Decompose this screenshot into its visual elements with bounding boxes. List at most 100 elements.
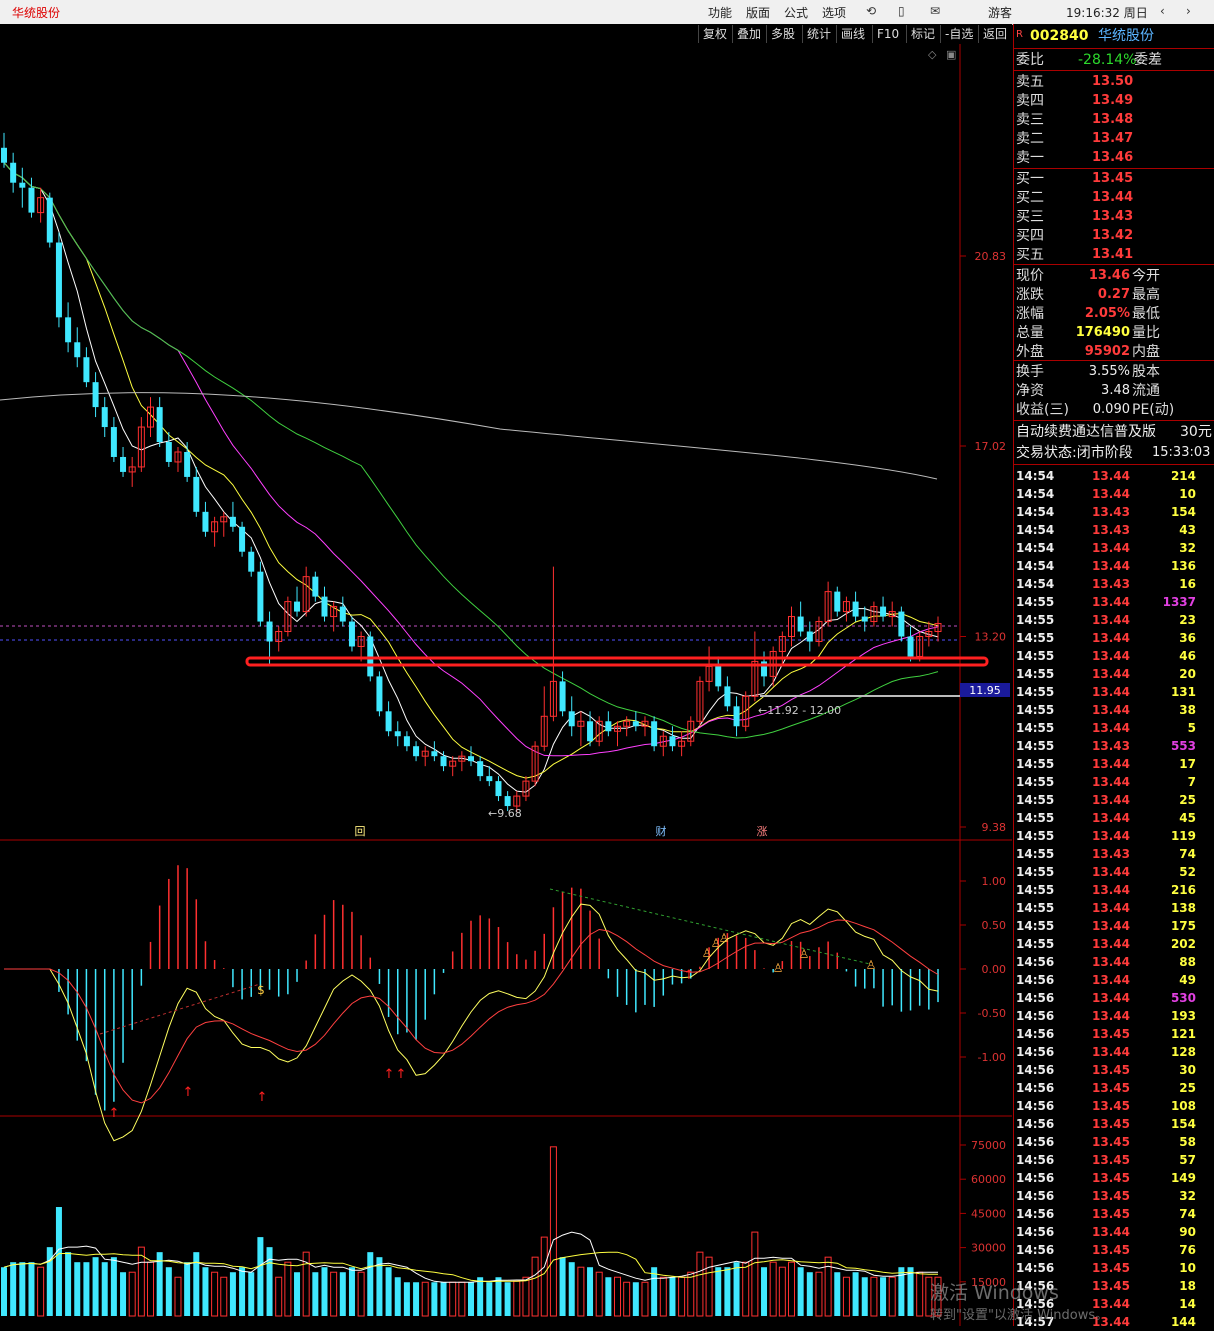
volume-tick-label: 75000 xyxy=(971,1139,1006,1152)
signal-figure-icon: ♙ xyxy=(719,931,730,945)
tick-row: 14:54 13.43 43 xyxy=(1014,521,1214,539)
tick-price: 13.44 xyxy=(1092,865,1130,879)
menu-options[interactable]: 选项 xyxy=(822,4,846,21)
volume-bar xyxy=(669,1277,676,1316)
tick-time: 14:56 xyxy=(1016,955,1055,969)
tick-price: 13.44 xyxy=(1092,721,1130,735)
buy-arrow-icon: ↑ xyxy=(109,1106,120,1121)
candle-body xyxy=(19,182,26,188)
ask-price: 13.48 xyxy=(1092,112,1134,127)
tick-time: 14:55 xyxy=(1016,595,1055,609)
tick-row: 14:55 13.44 36 xyxy=(1014,629,1214,647)
volume-bar xyxy=(632,1282,639,1316)
stat-value: 3.55% xyxy=(1088,364,1130,379)
tick-row: 14:56 13.45 30 xyxy=(1014,1061,1214,1079)
tick-row: 14:55 13.44 46 xyxy=(1014,647,1214,665)
candle-body xyxy=(559,681,566,712)
tick-time: 14:55 xyxy=(1016,721,1055,735)
refresh-icon[interactable]: ⟲ xyxy=(866,4,876,18)
tick-row: 14:56 13.45 149 xyxy=(1014,1169,1214,1187)
btn-f10[interactable]: F10 xyxy=(872,25,903,43)
bid-label: 买三 xyxy=(1016,209,1044,225)
volume-bar xyxy=(587,1267,594,1316)
candle-body xyxy=(486,776,493,782)
candle-body xyxy=(468,756,474,762)
btn-return[interactable]: 返回 xyxy=(978,25,1011,43)
volume-bar xyxy=(495,1277,502,1316)
stat-label-2: 内盘 xyxy=(1132,344,1160,360)
tick-volume: 18 xyxy=(1179,1279,1196,1293)
btn-watchlist[interactable]: -自选 xyxy=(940,25,977,43)
bid-label: 买一 xyxy=(1016,171,1044,187)
menu-function[interactable]: 功能 xyxy=(708,4,732,21)
candle-body xyxy=(193,476,200,512)
tick-time: 14:55 xyxy=(1016,865,1055,879)
forward-icon[interactable]: › xyxy=(1186,4,1191,18)
btn-draw[interactable]: 画线 xyxy=(836,25,869,43)
tick-volume: 38 xyxy=(1179,703,1196,717)
mail-icon[interactable]: ✉ xyxy=(930,4,940,18)
tick-row: 14:55 13.43 74 xyxy=(1014,845,1214,863)
tick-time: 14:56 xyxy=(1016,1099,1055,1113)
tick-price: 13.44 xyxy=(1092,1009,1130,1023)
volume-bar xyxy=(101,1262,108,1316)
tick-row: 14:55 13.44 131 xyxy=(1014,683,1214,701)
volume-bar xyxy=(834,1272,841,1316)
menu-formula[interactable]: 公式 xyxy=(784,4,808,21)
stat-value: 95902 xyxy=(1084,344,1130,359)
tick-time: 14:55 xyxy=(1016,775,1055,789)
tick-price: 13.45 xyxy=(1092,1261,1130,1275)
kline-chart[interactable]: 11.95←9.68←11.92 - 12.00回财涨◇ ▣ ↑ ↑↑ ↑↑↑♙♙♙♙… xyxy=(0,44,1012,1326)
tick-price: 13.44 xyxy=(1092,793,1130,807)
tick-row: 14:54 13.43 16 xyxy=(1014,575,1214,593)
macd-tick-label: 0.00 xyxy=(982,963,1007,976)
menu-layout[interactable]: 版面 xyxy=(746,4,770,21)
tick-row: 14:55 13.44 25 xyxy=(1014,791,1214,809)
volume-bar xyxy=(294,1272,301,1316)
candle-body xyxy=(605,721,612,732)
clock: 19:16:32 周日 xyxy=(1066,6,1148,20)
promo-text[interactable]: 自动续费通达信普及版 xyxy=(1016,423,1156,441)
btn-stats[interactable]: 统计 xyxy=(802,25,835,43)
tick-time: 14:55 xyxy=(1016,739,1055,753)
btn-multi[interactable]: 多股 xyxy=(766,25,799,43)
tick-row: 14:56 13.45 25 xyxy=(1014,1079,1214,1097)
volume-bar xyxy=(184,1262,191,1316)
candle-body xyxy=(239,526,246,552)
stat-label-2: PE(动) xyxy=(1132,402,1175,418)
tick-row: 14:55 13.44 216 xyxy=(1014,881,1214,899)
tick-price: 13.45 xyxy=(1092,1207,1130,1221)
buy-arrow-icon: ↑ xyxy=(684,968,695,983)
guest-label[interactable]: 游客 xyxy=(988,4,1012,21)
btn-fuquan[interactable]: 复权 xyxy=(698,25,731,43)
volume-bar xyxy=(312,1272,319,1316)
buy-arrow-icon: ↑ xyxy=(384,1067,395,1082)
volume-bar xyxy=(202,1267,209,1316)
volume-bar xyxy=(431,1282,438,1316)
candle-body xyxy=(165,442,172,462)
tick-time: 14:56 xyxy=(1016,1261,1055,1275)
tick-volume: 193 xyxy=(1170,1009,1196,1023)
trade-status: 交易状态:闭市阶段 xyxy=(1016,445,1133,461)
stat-label-2: 最高 xyxy=(1132,287,1160,303)
windows-activation-watermark: 激活 Windows xyxy=(930,1282,1059,1304)
tick-price: 13.44 xyxy=(1092,649,1130,663)
volume-bar xyxy=(385,1267,392,1316)
status-time: 15:33:03 xyxy=(1152,445,1211,460)
candle-body xyxy=(248,551,255,572)
phone-icon[interactable]: ▯ xyxy=(898,4,905,18)
back-icon[interactable]: ‹ xyxy=(1160,4,1165,18)
btn-overlay[interactable]: 叠加 xyxy=(732,25,765,43)
tick-row: 14:54 13.44 136 xyxy=(1014,557,1214,575)
tick-price: 13.45 xyxy=(1092,1189,1130,1203)
macd-tick-label: -0.50 xyxy=(978,1007,1006,1020)
stat-label-2: 股本 xyxy=(1132,364,1160,380)
tick-volume: 119 xyxy=(1170,829,1196,843)
tick-volume: 90 xyxy=(1179,1225,1196,1239)
tick-time: 14:56 xyxy=(1016,973,1055,987)
volume-bar xyxy=(92,1257,99,1316)
btn-mark[interactable]: 标记 xyxy=(906,25,939,43)
ask-price: 13.46 xyxy=(1092,150,1134,165)
stat-value: 0.27 xyxy=(1097,287,1130,302)
bid-price: 13.43 xyxy=(1092,209,1134,224)
